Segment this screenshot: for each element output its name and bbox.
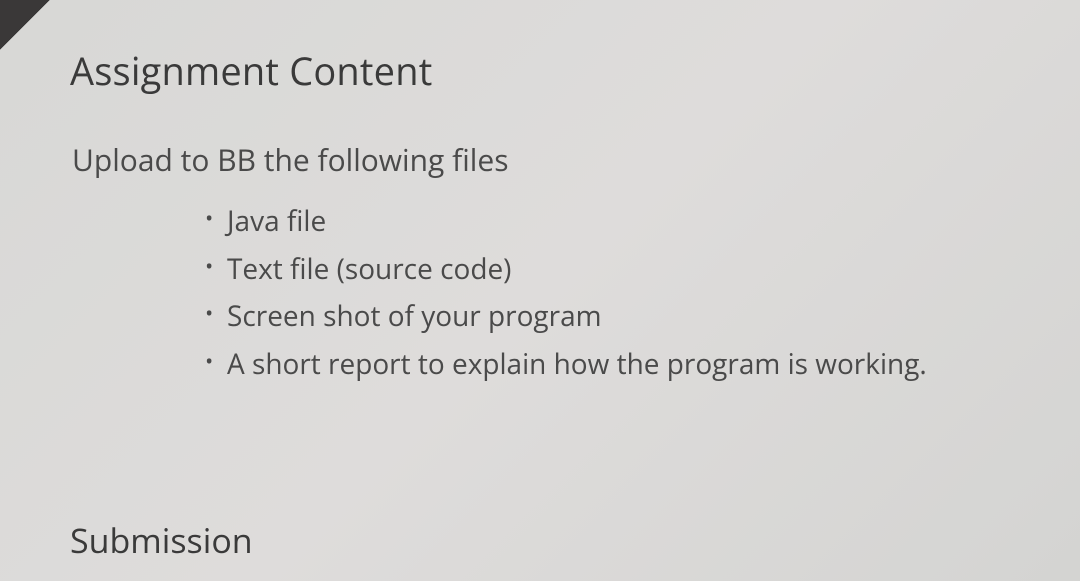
list-item: Text file (source code): [205, 246, 1010, 294]
upload-instruction: Upload to BB the following files: [70, 139, 1010, 180]
list-item: A short report to explain how the progra…: [205, 341, 1010, 389]
section-title-assignment-content: Assignment Content: [70, 45, 1010, 97]
file-list: Java file Text file (source code) Screen…: [70, 198, 1010, 388]
list-item: Screen shot of your program: [205, 293, 1010, 341]
list-item: Java file: [205, 198, 1010, 246]
section-title-submission: Submission: [70, 517, 253, 563]
assignment-page: Assignment Content Upload to BB the foll…: [0, 0, 1080, 388]
